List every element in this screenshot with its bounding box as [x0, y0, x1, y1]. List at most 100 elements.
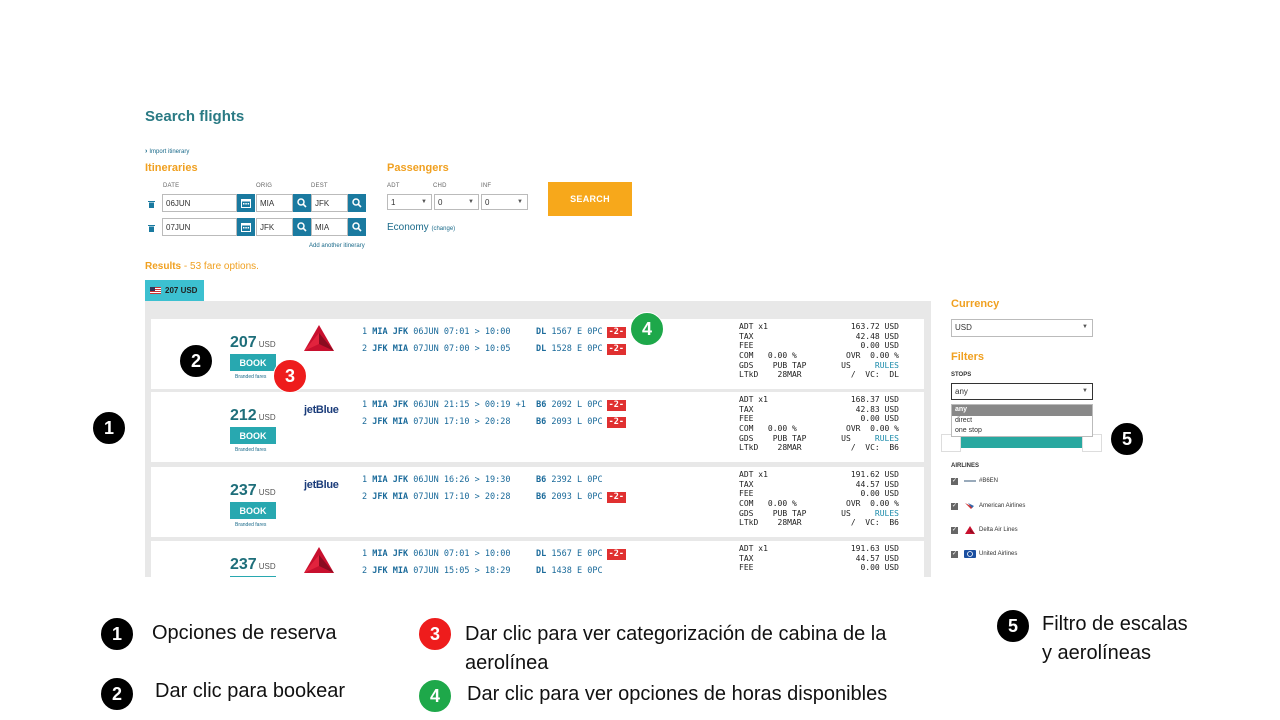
- search-icon[interactable]: [293, 194, 311, 212]
- date-input-1[interactable]: 06JUN: [162, 194, 237, 212]
- rules-link[interactable]: RULES: [875, 509, 899, 518]
- date-input-2[interactable]: 07JUN: [162, 218, 237, 236]
- stops-option-one-stop[interactable]: one stop: [952, 426, 1092, 437]
- search-icon[interactable]: [348, 218, 366, 236]
- fare-option-card[interactable]: 237 USD BOOK Branded fares jetBlue 1 MIA JFK …: [151, 467, 924, 537]
- caret-down-icon: ▼: [517, 199, 523, 205]
- filters-title: Filters: [951, 351, 985, 363]
- fee-label: FEE: [739, 414, 754, 424]
- book-button[interactable]: BOOK: [230, 502, 276, 519]
- flight-segment[interactable]: 1 MIA JFK 06JUN 16:26 > 19:30 B6 2392 L …: [362, 475, 603, 485]
- book-button[interactable]: BOOK: [230, 576, 276, 577]
- legend-text-4: Dar clic para ver opciones de horas disp…: [467, 683, 888, 705]
- chd-select[interactable]: 0 ▼: [434, 194, 479, 210]
- fare-option-card[interactable]: 212 USD BOOK Branded fares jetBlue 1 MIA JFK …: [151, 392, 924, 462]
- flight-segment[interactable]: 1 MIA JFK 06JUN 07:01 > 10:00 DL 1567 E …: [362, 549, 626, 560]
- airline-filter-delta[interactable]: ✓ Delta Air Lines: [951, 526, 1018, 534]
- checkbox-checked-icon[interactable]: ✓: [951, 526, 958, 534]
- date-column-label: DATE: [163, 183, 180, 189]
- fare-breakdown: ADT x1 168.37 USD TAX 42.83 USD FEE 0.00 USD C…: [739, 395, 899, 453]
- segment-options-badge[interactable]: -2-: [606, 400, 626, 411]
- dest-input-1[interactable]: JFK: [311, 194, 348, 212]
- legend-text-3a: Dar clic para ver categorización de cabi…: [465, 623, 887, 645]
- fare-price: 207 USD: [230, 334, 276, 351]
- calendar-icon[interactable]: [237, 218, 255, 236]
- segment-options-badge[interactable]: -2-: [606, 327, 626, 338]
- search-icon[interactable]: [348, 194, 366, 212]
- delete-itinerary-icon[interactable]: [148, 195, 155, 208]
- delete-itinerary-icon[interactable]: [148, 219, 155, 232]
- delta-logo-icon: [304, 547, 334, 573]
- change-cabin-link[interactable]: (change): [431, 226, 455, 232]
- import-itinerary-link[interactable]: › Import itinerary: [145, 148, 189, 155]
- fare-breakdown: ADT x1 191.63 USD TAX 44.57 USD FEE 0.00 USD: [739, 544, 899, 573]
- stops-label: STOPS: [951, 372, 972, 378]
- fare-option-card[interactable]: 237USD BOOK 1 MIA JFK 06JUN 07:01 > 10:00 …: [151, 541, 924, 577]
- dest-input-2[interactable]: MIA: [311, 218, 348, 236]
- checkbox-checked-icon[interactable]: ✓: [951, 502, 958, 510]
- flight-segment[interactable]: 1 MIA JFK 06JUN 07:01 > 10:00 DL 1567 E …: [362, 327, 626, 338]
- orig-column-label: ORIG: [256, 183, 273, 189]
- airline-filter-american[interactable]: ✓ American Airlines: [951, 502, 1025, 510]
- segment-options-badge[interactable]: -2-: [606, 344, 626, 355]
- stops-option-any[interactable]: any: [952, 405, 1092, 416]
- stops-option-direct[interactable]: direct: [952, 416, 1092, 427]
- inf-label: INF: [481, 183, 492, 189]
- orig-input-2[interactable]: JFK: [256, 218, 293, 236]
- branded-fares-link[interactable]: Branded fares: [235, 447, 266, 453]
- book-button[interactable]: BOOK: [230, 427, 276, 444]
- branded-fares-link[interactable]: Branded fares: [235, 374, 266, 380]
- legend-marker-5: 5: [996, 609, 1030, 643]
- legend-marker-2: 2: [100, 677, 134, 711]
- add-itinerary-link[interactable]: Add another itinerary: [309, 243, 365, 249]
- segment-options-badge[interactable]: -2-: [606, 549, 626, 560]
- passengers-title: Passengers: [387, 162, 449, 174]
- legend-text-5b: y aerolíneas: [1042, 642, 1151, 664]
- currency-select[interactable]: USD ▼: [951, 319, 1093, 337]
- fare-breakdown: ADT x1 191.62 USD TAX 44.57 USD FEE 0.00 USD C…: [739, 470, 899, 528]
- tax-label: TAX: [739, 553, 754, 563]
- caret-down-icon: ▼: [468, 199, 474, 205]
- branded-fares-link[interactable]: Branded fares: [235, 522, 266, 528]
- marker-5: 5: [1110, 422, 1144, 456]
- flight-segment[interactable]: 2 JFK MIA 07JUN 07:00 > 10:05 DL 1528 E …: [362, 344, 626, 355]
- fare-option-card[interactable]: 207 USD BOOK Branded fares 1 MIA JFK 06JUN 0…: [151, 319, 924, 389]
- airline-filter-united[interactable]: ✓ United Airlines: [951, 550, 1017, 558]
- legend-text-3b: aerolínea: [465, 652, 549, 674]
- united-airlines-logo-icon: [964, 550, 976, 558]
- legend-text-1: Opciones de reserva: [152, 622, 337, 644]
- fare-price: 237 USD: [230, 482, 276, 499]
- adt-select[interactable]: 1 ▼: [387, 194, 432, 210]
- rules-link[interactable]: RULES: [875, 434, 899, 443]
- dest-column-label: DEST: [311, 183, 328, 189]
- fare-breakdown: ADT x1 163.72 USD TAX 42.48 USD FEE 0.00 USD C…: [739, 322, 899, 380]
- cabin-class: Economy (change): [387, 222, 456, 233]
- chevron-right-icon: ›: [145, 148, 148, 155]
- orig-input-1[interactable]: MIA: [256, 194, 293, 212]
- book-button[interactable]: BOOK: [230, 354, 276, 371]
- checkbox-checked-icon[interactable]: ✓: [951, 550, 958, 558]
- airlines-label: AIRLINES: [951, 463, 980, 469]
- flight-segment[interactable]: 1 MIA JFK 06JUN 21:15 > 00:19 +1 B6 2092…: [362, 400, 626, 411]
- inf-select[interactable]: 0 ▼: [481, 194, 528, 210]
- search-icon[interactable]: [293, 218, 311, 236]
- search-button[interactable]: SEARCH: [548, 182, 632, 216]
- stops-dropdown[interactable]: any direct one stop: [951, 404, 1093, 437]
- legend-marker-3: 3: [418, 617, 452, 651]
- flight-segment[interactable]: 2 JFK MIA 07JUN 17:10 > 20:28 B6 2093 L …: [362, 417, 626, 428]
- segment-options-badge[interactable]: -2-: [606, 417, 626, 428]
- calendar-icon[interactable]: [237, 194, 255, 212]
- price-tab[interactable]: 207 USD: [145, 280, 204, 301]
- legend-marker-1: 1: [100, 617, 134, 651]
- flight-segment[interactable]: 2 JFK MIA 07JUN 15:05 > 18:29 DL 1438 E …: [362, 566, 603, 576]
- stops-select[interactable]: any ▼: [951, 383, 1093, 400]
- rules-link[interactable]: RULES: [875, 361, 899, 370]
- airline-filter-b6[interactable]: ✓ #B6EN: [951, 477, 998, 485]
- jetblue-logo-icon: [964, 480, 976, 482]
- flight-segment[interactable]: 2 JFK MIA 07JUN 17:10 > 20:28 B6 2093 L …: [362, 492, 626, 503]
- checkbox-checked-icon[interactable]: ✓: [951, 477, 958, 485]
- tax-label: TAX: [739, 479, 754, 489]
- results-list[interactable]: 207 USD BOOK Branded fares 1 MIA JFK 06JUN 0…: [145, 301, 931, 577]
- currency-title: Currency: [951, 298, 1000, 310]
- segment-options-badge[interactable]: -2-: [606, 492, 626, 503]
